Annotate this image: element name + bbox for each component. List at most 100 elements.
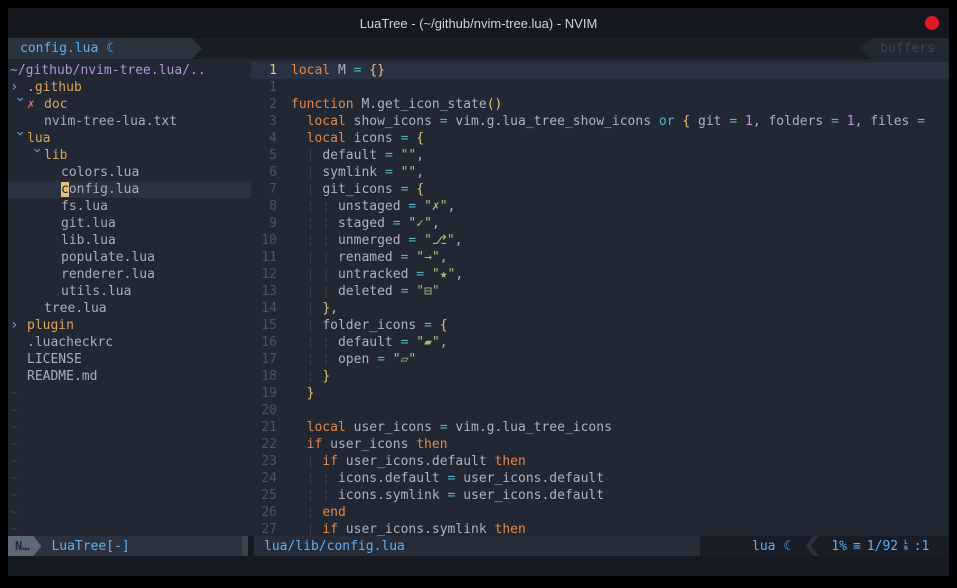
line-number: 6 xyxy=(251,164,291,181)
code-line[interactable]: 6 ¦ symlink = "", xyxy=(251,164,949,181)
code-line[interactable]: 13 ¦ ¦ deleted = "⊟" xyxy=(251,283,949,300)
empty-line-tilde: ~ xyxy=(8,487,251,504)
code-line[interactable]: 21 local user_icons = vim.g.lua_tree_ico… xyxy=(251,419,949,436)
code-line[interactable]: 4 local icons = { xyxy=(251,130,949,147)
tree-item[interactable]: ›lua xyxy=(8,130,251,147)
window-title: LuaTree - (~/github/nvim-tree.lua) - NVI… xyxy=(360,16,598,31)
statusline-endcap xyxy=(242,536,248,556)
chevron-left-icon xyxy=(805,536,819,556)
line-number: 17 xyxy=(251,351,291,368)
tree-item-label: README.md xyxy=(27,369,97,384)
title-bar: LuaTree - (~/github/nvim-tree.lua) - NVI… xyxy=(8,8,949,38)
chevron-right-icon[interactable]: › xyxy=(10,317,27,334)
empty-line-tilde: ~ xyxy=(8,436,251,453)
tree-item[interactable]: ~/github/nvim-tree.lua/.. xyxy=(8,62,251,79)
tree-item-label: .luacheckrc xyxy=(27,335,113,350)
scroll-percent: 1% xyxy=(831,539,847,554)
tree-item-label: lib.lua xyxy=(61,233,116,248)
tree-item-label: config.lua xyxy=(61,182,139,197)
code-line[interactable]: 10 ¦ ¦ unmerged = "⎇", xyxy=(251,232,949,249)
line-number: 12 xyxy=(251,266,291,283)
tree-item-label: tree.lua xyxy=(44,301,107,316)
code-line[interactable]: 7 ¦ git_icons = { xyxy=(251,181,949,198)
code-line[interactable]: 14 ¦ }, xyxy=(251,300,949,317)
tree-item[interactable]: utils.lua xyxy=(8,283,251,300)
tree-item[interactable]: lib.lua xyxy=(8,232,251,249)
tree-item[interactable]: git.lua xyxy=(8,215,251,232)
tree-item[interactable]: nvim-tree-lua.txt xyxy=(8,113,251,130)
tree-item[interactable]: ›lib xyxy=(8,147,251,164)
code-line[interactable]: 26 ¦ end xyxy=(251,504,949,521)
tab-config-lua[interactable]: config.lua ☾ xyxy=(8,38,202,59)
tree-item-label: renderer.lua xyxy=(61,267,155,282)
chevron-down-icon[interactable]: › xyxy=(11,96,28,112)
chevron-down-icon[interactable]: › xyxy=(28,147,45,163)
filetype-label: lua xyxy=(752,539,775,554)
line-number: 11 xyxy=(251,249,291,266)
empty-line-tilde: ~ xyxy=(8,402,251,419)
code-buffer: 1local M = {}12function M.get_icon_state… xyxy=(251,59,949,536)
line-position: 1/92 xyxy=(867,539,898,554)
tree-item[interactable]: renderer.lua xyxy=(8,266,251,283)
line-number: 19 xyxy=(251,385,291,402)
tree-item-label: ~ xyxy=(10,437,18,452)
code-line[interactable]: 11 ¦ ¦ renamed = "→", xyxy=(251,249,949,266)
mode-indicator: N… xyxy=(8,536,41,556)
code-line[interactable]: 17 ¦ ¦ open = "▱" xyxy=(251,351,949,368)
command-line[interactable] xyxy=(8,556,949,576)
tree-item[interactable]: tree.lua xyxy=(8,300,251,317)
line-number: 25 xyxy=(251,487,291,504)
tree-item[interactable]: populate.lua xyxy=(8,249,251,266)
empty-line-tilde: ~ xyxy=(8,504,251,521)
code-line[interactable]: 1 xyxy=(251,79,949,96)
empty-line-tilde: ~ xyxy=(8,385,251,402)
tree-item[interactable]: LICENSE xyxy=(8,351,251,368)
code-line[interactable]: 16 ¦ ¦ default = "▰", xyxy=(251,334,949,351)
code-line[interactable]: 20 xyxy=(251,402,949,419)
line-number: 24 xyxy=(251,470,291,487)
chevron-down-icon[interactable]: › xyxy=(11,130,28,146)
line-number: 20 xyxy=(251,402,291,419)
code-line[interactable]: 23 ¦ if user_icons.default then xyxy=(251,453,949,470)
close-button[interactable] xyxy=(925,16,939,30)
code-line[interactable]: 5 ¦ default = "", xyxy=(251,147,949,164)
empty-line-tilde: ~ xyxy=(8,470,251,487)
tree-item[interactable]: config.lua xyxy=(8,181,251,198)
line-number: 26 xyxy=(251,504,291,521)
lua-icon: ☾ xyxy=(106,41,114,56)
code-line[interactable]: 9 ¦ ¦ staged = "✓", xyxy=(251,215,949,232)
tree-item[interactable]: README.md xyxy=(8,368,251,385)
code-line[interactable]: 24 ¦ ¦ icons.default = user_icons.defaul… xyxy=(251,470,949,487)
lines-icon: ≡ xyxy=(853,539,861,554)
tree-item-label: lua xyxy=(27,131,50,146)
code-line[interactable]: 27 ¦ if user_icons.symlink then xyxy=(251,521,949,536)
tree-item[interactable]: ›✗doc xyxy=(8,96,251,113)
empty-line-tilde: ~ xyxy=(8,521,251,536)
line-number: 18 xyxy=(251,368,291,385)
tree-item[interactable]: ›plugin xyxy=(8,317,251,334)
code-line[interactable]: 2function M.get_icon_state() xyxy=(251,96,949,113)
line-number: 9 xyxy=(251,215,291,232)
tree-item-label: git.lua xyxy=(61,216,116,231)
tree-item[interactable]: colors.lua xyxy=(8,164,251,181)
code-line[interactable]: 18 ¦ } xyxy=(251,368,949,385)
line-number-icon: LN xyxy=(904,540,908,552)
code-line[interactable]: 22 if user_icons then xyxy=(251,436,949,453)
line-number: 7 xyxy=(251,181,291,198)
code-line[interactable]: 12 ¦ ¦ untracked = "★", xyxy=(251,266,949,283)
tree-item[interactable]: .luacheckrc xyxy=(8,334,251,351)
code-line[interactable]: 19 } xyxy=(251,385,949,402)
tab-line: config.lua ☾ buffers xyxy=(8,38,949,59)
code-line[interactable]: 1local M = {} xyxy=(251,62,949,79)
code-line[interactable]: 25 ¦ ¦ icons.symlink = user_icons.defaul… xyxy=(251,487,949,504)
tree-item[interactable]: ›.github xyxy=(8,79,251,96)
code-line[interactable]: 3 local show_icons = vim.g.lua_tree_show… xyxy=(251,113,949,130)
chevron-right-icon[interactable]: › xyxy=(10,79,27,96)
line-number: 21 xyxy=(251,419,291,436)
tree-item-label: ~ xyxy=(10,522,18,536)
tree-item[interactable]: fs.lua xyxy=(8,198,251,215)
buffers-segment[interactable]: buffers xyxy=(860,38,949,59)
line-number: 16 xyxy=(251,334,291,351)
code-line[interactable]: 8 ¦ ¦ unstaged = "✗", xyxy=(251,198,949,215)
code-line[interactable]: 15 ¦ folder_icons = { xyxy=(251,317,949,334)
